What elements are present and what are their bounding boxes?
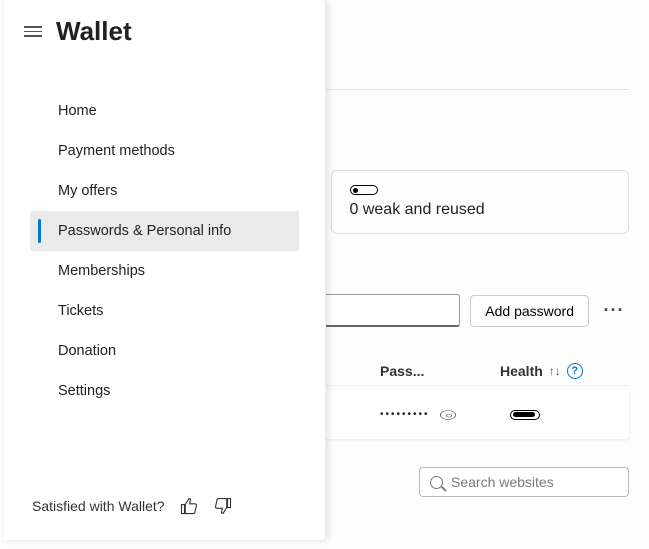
sidebar-item-tickets[interactable]: Tickets — [30, 291, 299, 331]
search-icon — [430, 476, 443, 489]
column-health-label: Health — [500, 363, 543, 379]
weak-reused-card[interactable]: 0 weak and reused — [331, 170, 630, 234]
feedback-prompt: Satisfied with Wallet? — [32, 498, 165, 514]
search-websites-placeholder: Search websites — [451, 474, 554, 490]
sidebar-item-home[interactable]: Home — [30, 91, 299, 131]
password-cell: ••••••••• — [380, 407, 500, 423]
weak-reused-text: 0 weak and reused — [350, 201, 611, 219]
sidebar-item-settings[interactable]: Settings — [30, 371, 299, 411]
column-password[interactable]: Pass... — [380, 363, 500, 379]
more-options-button[interactable]: ··· — [599, 300, 629, 321]
sidebar-item-my-offers[interactable]: My offers — [30, 171, 299, 211]
reveal-password-icon[interactable] — [440, 410, 456, 420]
menu-icon[interactable] — [24, 26, 42, 37]
sidebar-item-payment-methods[interactable]: Payment methods — [30, 131, 299, 171]
sidebar: Wallet Home Payment methods My offers Pa… — [4, 0, 326, 540]
sidebar-item-passwords[interactable]: Passwords & Personal info — [30, 211, 299, 251]
masked-password: ••••••••• — [380, 409, 430, 420]
sidebar-item-memberships[interactable]: Memberships — [30, 251, 299, 291]
help-icon[interactable]: ? — [567, 363, 583, 379]
strength-icon — [350, 185, 378, 195]
sidebar-title: Wallet — [56, 16, 132, 47]
search-websites-input[interactable]: Search websites — [419, 467, 629, 497]
sidebar-nav: Home Payment methods My offers Passwords… — [4, 71, 325, 411]
thumbs-down-icon[interactable] — [213, 496, 233, 516]
thumbs-up-icon[interactable] — [179, 496, 199, 516]
column-health[interactable]: Health ↑↓ ? — [500, 363, 649, 379]
add-password-button[interactable]: Add password — [470, 295, 589, 327]
sidebar-item-donation[interactable]: Donation — [30, 331, 299, 371]
sort-icon[interactable]: ↑↓ — [549, 364, 561, 378]
health-indicator-icon — [510, 410, 540, 420]
